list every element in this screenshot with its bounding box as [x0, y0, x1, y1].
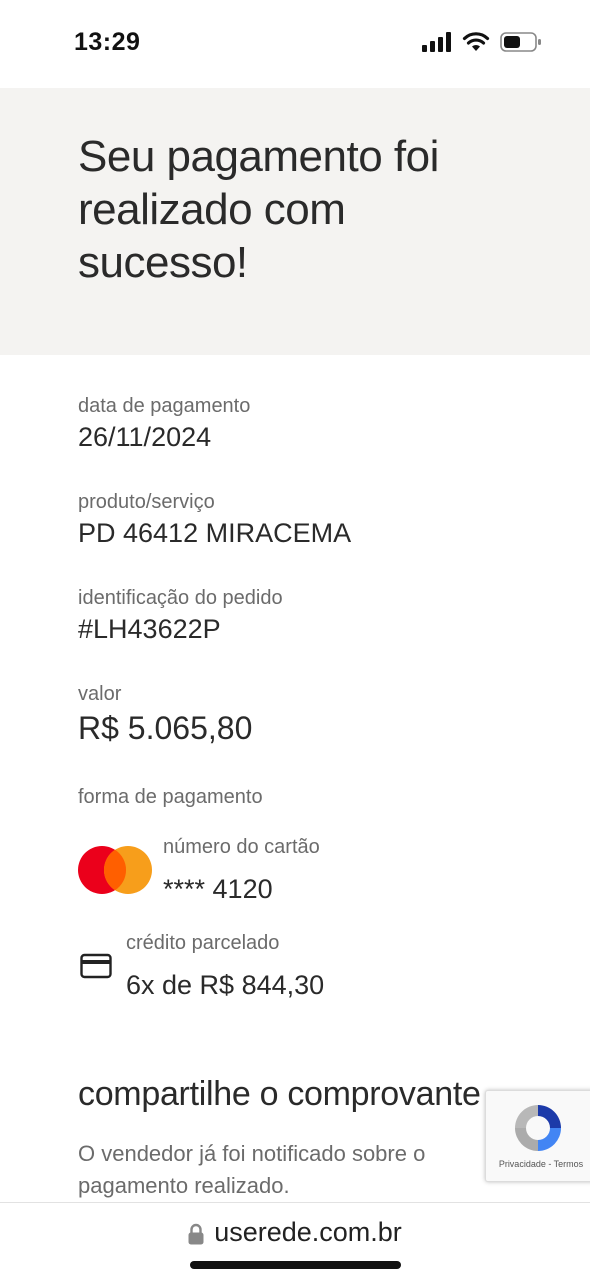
share-receipt-text: O vendedor já foi notificado sobre o pag…	[78, 1141, 426, 1198]
recaptcha-logo-icon	[515, 1105, 561, 1151]
product-label: produto/serviço	[78, 491, 215, 513]
order-id-value: #LH43622P	[78, 614, 221, 644]
order-id-label: identificação do pedido	[78, 587, 283, 609]
url-display[interactable]: userede.com.br	[0, 1217, 590, 1248]
share-receipt-title: compartilhe o comprovante	[78, 1075, 481, 1113]
installment-label: crédito parcelado	[126, 932, 280, 954]
recaptcha-badge[interactable]: Privacidade - Termos	[485, 1090, 590, 1182]
mastercard-logo-icon	[78, 846, 152, 894]
lock-icon	[188, 1223, 204, 1245]
browser-address-bar[interactable]: userede.com.br	[0, 1202, 590, 1281]
status-icons	[422, 32, 542, 52]
battery-icon	[500, 32, 541, 52]
payment-date-value: 26/11/2024	[78, 422, 212, 452]
status-bar: 13:29	[0, 0, 590, 88]
home-indicator[interactable]	[190, 1261, 401, 1269]
success-banner: Seu pagamento foi realizado com sucesso!	[0, 88, 590, 355]
wifi-icon	[462, 32, 490, 51]
amount-value: R$ 5.065,80	[78, 710, 253, 746]
recaptcha-links[interactable]: Privacidade - Termos	[486, 1159, 590, 1169]
url-text: userede.com.br	[214, 1217, 402, 1247]
cellular-signal-icon	[422, 32, 451, 52]
card-number-value: **** 4120	[163, 874, 273, 904]
product-value: PD 46412 MIRACEMA	[78, 518, 352, 548]
payment-method-label: forma de pagamento	[78, 786, 263, 808]
amount-label: valor	[78, 683, 122, 705]
status-time: 13:29	[74, 28, 141, 56]
installment-value: 6x de R$ 844,30	[126, 970, 325, 1000]
card-number-label: número do cartão	[163, 836, 320, 858]
payment-date-label: data de pagamento	[78, 395, 251, 417]
credit-card-icon	[80, 953, 112, 979]
page-title: Seu pagamento foi realizado com sucesso!	[78, 132, 439, 287]
